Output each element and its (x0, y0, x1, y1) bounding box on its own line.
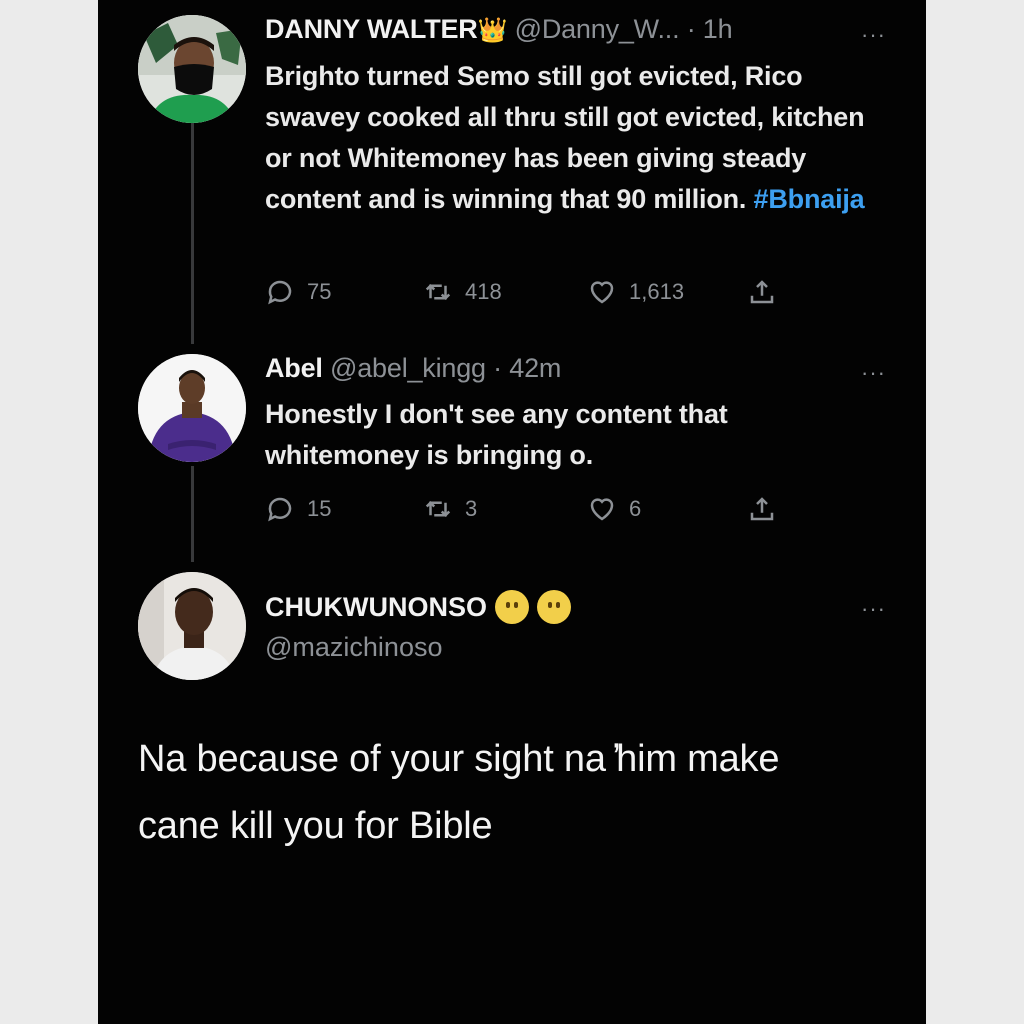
reply-icon (268, 280, 292, 305)
author-name-row: CHUKWUNONSO (265, 590, 571, 624)
tweet-text: Brighto turned Semo still got evicted, R… (265, 56, 885, 220)
tweet-actions: 75 418 1,613 (265, 277, 825, 309)
share-icon (750, 280, 774, 304)
reply-button[interactable]: 15 (265, 494, 331, 524)
thread-line (191, 122, 194, 344)
tweet-text: Honestly I don't see any content that wh… (265, 399, 728, 470)
share-icon (750, 497, 774, 521)
retweet-count: 418 (465, 279, 502, 304)
reply-count: 15 (307, 496, 332, 521)
author-handle[interactable]: @abel_kingg (330, 353, 486, 383)
author-name[interactable]: DANNY WALTER (265, 14, 478, 44)
tweet-header: Abel @abel_kingg · 42m (265, 353, 561, 384)
author-handle[interactable]: @Danny_W... (515, 14, 680, 44)
retweet-button[interactable]: 3 (423, 494, 477, 524)
avatar[interactable] (138, 354, 246, 462)
emoji-icon (495, 590, 529, 624)
author-name[interactable]: CHUKWUNONSO (265, 592, 487, 623)
like-count: 1,613 (629, 279, 685, 304)
share-button[interactable] (747, 494, 777, 524)
retweet-count: 3 (465, 496, 478, 521)
tweet-header: DANNY WALTER👑 @Danny_W... · 1h (265, 14, 733, 45)
like-button[interactable]: 6 (587, 494, 641, 524)
heart-icon (590, 498, 614, 521)
like-button[interactable]: 1,613 (587, 277, 684, 307)
timestamp[interactable]: · 1h (687, 14, 733, 44)
emoji-icon (537, 590, 571, 624)
more-options-icon[interactable]: ··· (861, 24, 886, 46)
more-options-icon[interactable]: ··· (861, 598, 886, 620)
avatar[interactable] (138, 572, 246, 680)
retweet-button[interactable]: 418 (423, 277, 502, 307)
timestamp[interactable]: · 42m (493, 353, 561, 383)
tweet-thread-screenshot: DANNY WALTER👑 @Danny_W... · 1h ··· Brigh… (98, 0, 926, 1024)
avatar[interactable] (138, 15, 246, 123)
reply-icon (268, 497, 292, 522)
reply-text: Na because of your sight na ̓him make ca… (138, 738, 780, 847)
more-options-icon[interactable]: ··· (861, 362, 886, 384)
share-button[interactable] (747, 277, 777, 307)
hashtag-link[interactable]: #Bbnaija (754, 184, 865, 214)
reply-count: 75 (307, 279, 332, 304)
thread-line (191, 466, 194, 562)
like-count: 6 (629, 496, 642, 521)
retweet-icon (425, 500, 451, 518)
author-handle[interactable]: @mazichinoso (265, 632, 442, 663)
author-name[interactable]: Abel (265, 353, 323, 383)
tweet-actions: 15 3 6 (265, 494, 825, 526)
retweet-icon (425, 283, 451, 301)
reply-button[interactable]: 75 (265, 277, 331, 307)
crown-icon: 👑 (477, 17, 508, 44)
heart-icon (590, 281, 614, 304)
